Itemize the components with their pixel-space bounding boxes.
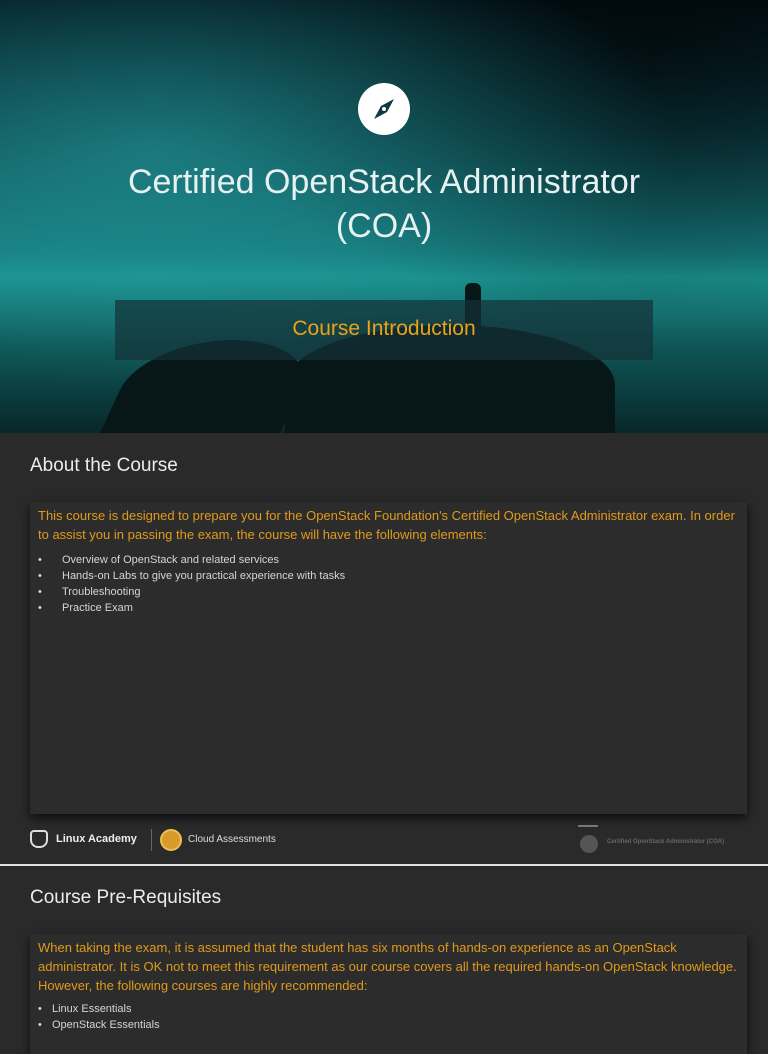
graduation-cap-icon	[30, 830, 48, 848]
footer-course-title: Certified OpenStack Administrator (COA)	[607, 839, 725, 845]
list-item: Linux Essentials	[38, 1001, 739, 1017]
compass-icon	[358, 83, 410, 135]
bullet-list: Overview of OpenStack and related servic…	[38, 552, 739, 616]
list-item: Practice Exam	[38, 600, 739, 616]
list-item: OpenStack Essentials	[38, 1017, 739, 1033]
bullet-list: Linux Essentials OpenStack Essentials	[38, 1001, 739, 1033]
content-card: This course is designed to prepare you f…	[30, 502, 747, 814]
list-item: Overview of OpenStack and related servic…	[38, 552, 739, 568]
section-heading: Course Pre-Requisites	[30, 887, 222, 908]
course-title: Certified OpenStack Administrator (COA)	[127, 163, 641, 245]
course-subtitle: Course Introduction	[115, 300, 653, 360]
compass-icon	[580, 835, 598, 853]
slide-footer: Linux Academy Cloud Assessments Certifie…	[0, 825, 768, 865]
cloud-assessments-logo: Cloud Assessments	[188, 834, 276, 845]
list-item: Hands-on Labs to give you practical expe…	[38, 568, 739, 584]
list-item: Troubleshooting	[38, 584, 739, 600]
title-slide: Certified OpenStack Administrator (COA) …	[0, 0, 768, 433]
slide-divider	[0, 864, 768, 866]
content-card: When taking the exam, it is assumed that…	[30, 934, 747, 1054]
cloud-icon	[160, 829, 182, 851]
linux-academy-logo: Linux Academy	[56, 833, 137, 845]
intro-text: This course is designed to prepare you f…	[38, 508, 735, 542]
intro-text: When taking the exam, it is assumed that…	[38, 940, 737, 993]
section-heading: About the Course	[30, 455, 178, 476]
